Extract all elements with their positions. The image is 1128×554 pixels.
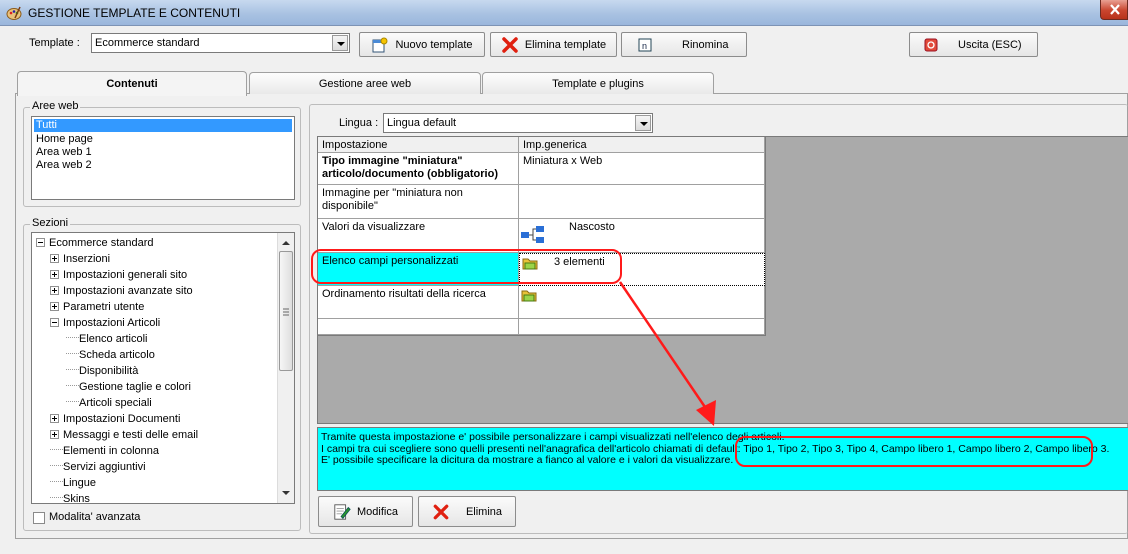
annotation-arrow	[618, 281, 716, 426]
